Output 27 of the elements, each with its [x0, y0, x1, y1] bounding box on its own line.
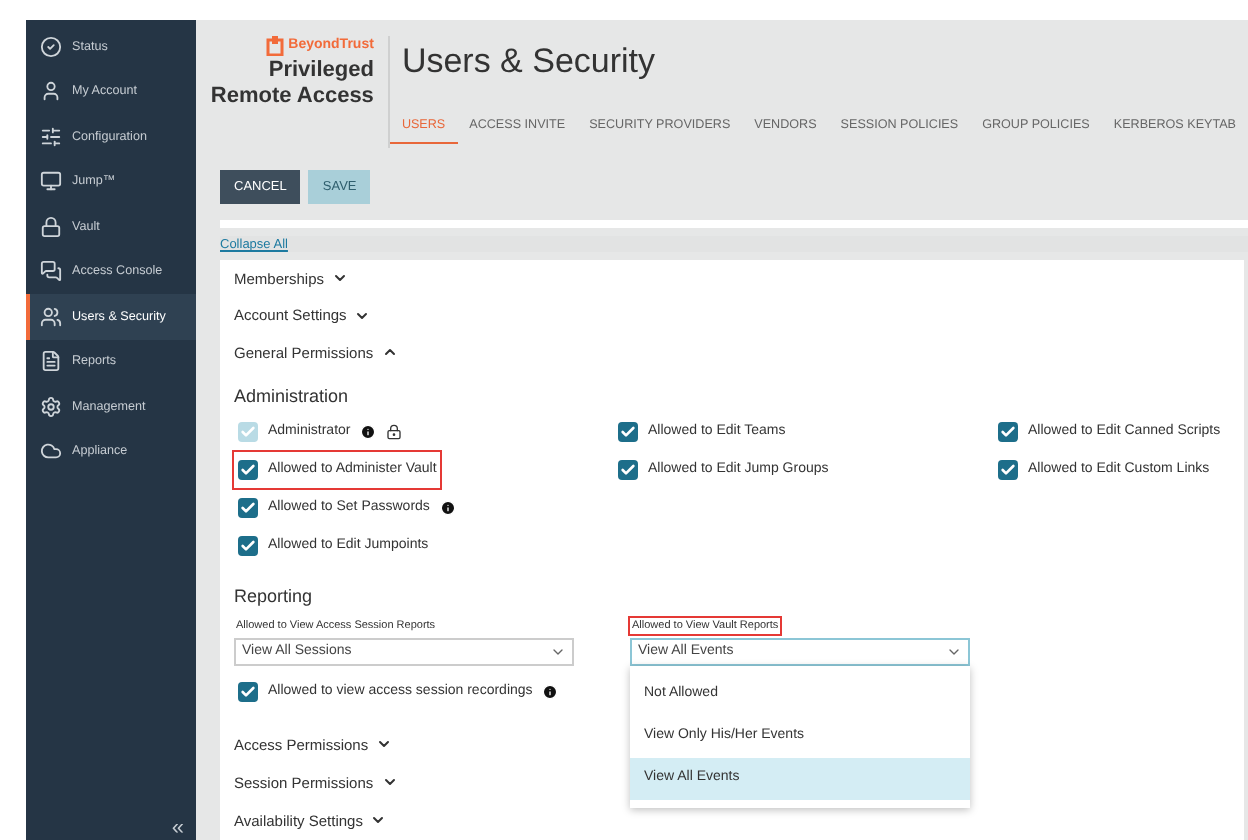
- checkbox[interactable]: [238, 681, 258, 702]
- settings-icon: [40, 395, 62, 418]
- sliders-icon: [40, 125, 62, 148]
- product-name: Privileged: [268, 57, 374, 83]
- chat-icon: [40, 260, 62, 283]
- checkbox[interactable]: [238, 536, 258, 557]
- checkbox[interactable]: [238, 460, 258, 481]
- checkbox[interactable]: [618, 422, 638, 443]
- page-title: Users & Security: [399, 40, 658, 84]
- logo-icon: [266, 36, 285, 57]
- cloud-icon: [40, 440, 62, 463]
- collapse-button[interactable]: «: [171, 818, 184, 840]
- monitor-icon: [40, 170, 62, 193]
- checkbox[interactable]: [238, 498, 258, 519]
- checkbox[interactable]: [618, 460, 638, 481]
- info-icon[interactable]: [439, 500, 456, 517]
- status-icon: [40, 35, 62, 58]
- group-title: Reporting: [234, 584, 315, 611]
- product-name: Remote Access: [210, 83, 374, 109]
- lock-icon: [40, 215, 62, 238]
- group-title: Administration: [234, 383, 351, 410]
- users-icon: [40, 305, 62, 328]
- checkbox[interactable]: [998, 460, 1018, 481]
- user-icon: [40, 80, 62, 103]
- checkbox[interactable]: [998, 422, 1018, 443]
- document-icon: [40, 350, 62, 373]
- info-icon[interactable]: [542, 683, 559, 700]
